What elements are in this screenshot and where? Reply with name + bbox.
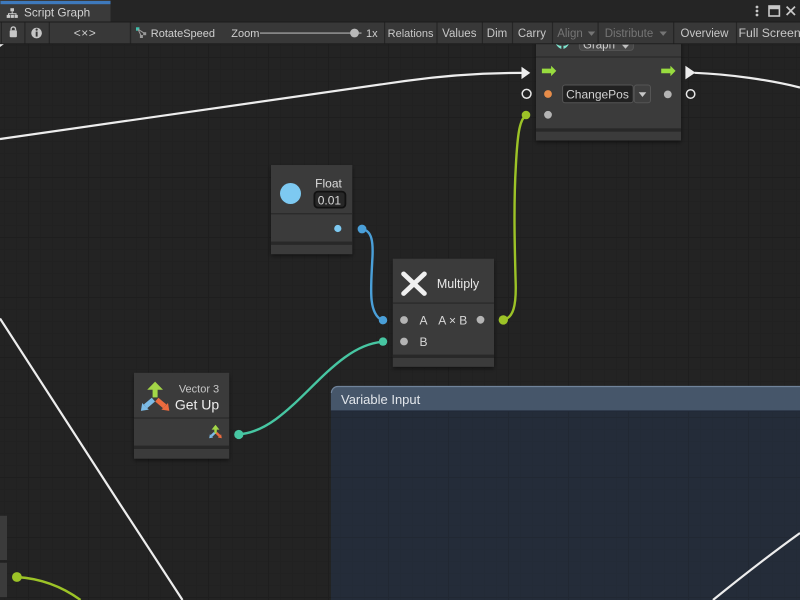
svg-text:Overview: Overview	[681, 28, 730, 40]
svg-text:1x: 1x	[366, 28, 378, 40]
svg-text:Script Graph: Script Graph	[24, 5, 90, 19]
svg-text:ChangePos: ChangePos	[566, 88, 629, 102]
svg-text:Distribute: Distribute	[605, 28, 654, 40]
svg-text:Multiply: Multiply	[437, 277, 480, 291]
svg-text:Get Up: Get Up	[175, 396, 220, 412]
svg-text:A × B: A × B	[438, 313, 467, 327]
svg-text:Zoom: Zoom	[231, 28, 259, 40]
svg-text:Carry: Carry	[518, 28, 546, 40]
svg-text:A: A	[419, 313, 427, 327]
svg-text:Float: Float	[315, 177, 342, 191]
svg-text:Variable Input: Variable Input	[341, 392, 421, 407]
svg-text:Dim: Dim	[487, 28, 507, 40]
svg-text:Values: Values	[442, 28, 477, 40]
svg-text:0.01: 0.01	[318, 193, 342, 207]
svg-text:Align: Align	[557, 28, 583, 40]
svg-text:RotateSpeed: RotateSpeed	[151, 28, 215, 40]
svg-text:Relations: Relations	[388, 28, 434, 40]
svg-text:Vector 3: Vector 3	[179, 384, 219, 396]
svg-text:Full Screen: Full Screen	[739, 26, 800, 40]
svg-text:<×>: <×>	[74, 26, 97, 40]
svg-text:B: B	[419, 335, 427, 349]
